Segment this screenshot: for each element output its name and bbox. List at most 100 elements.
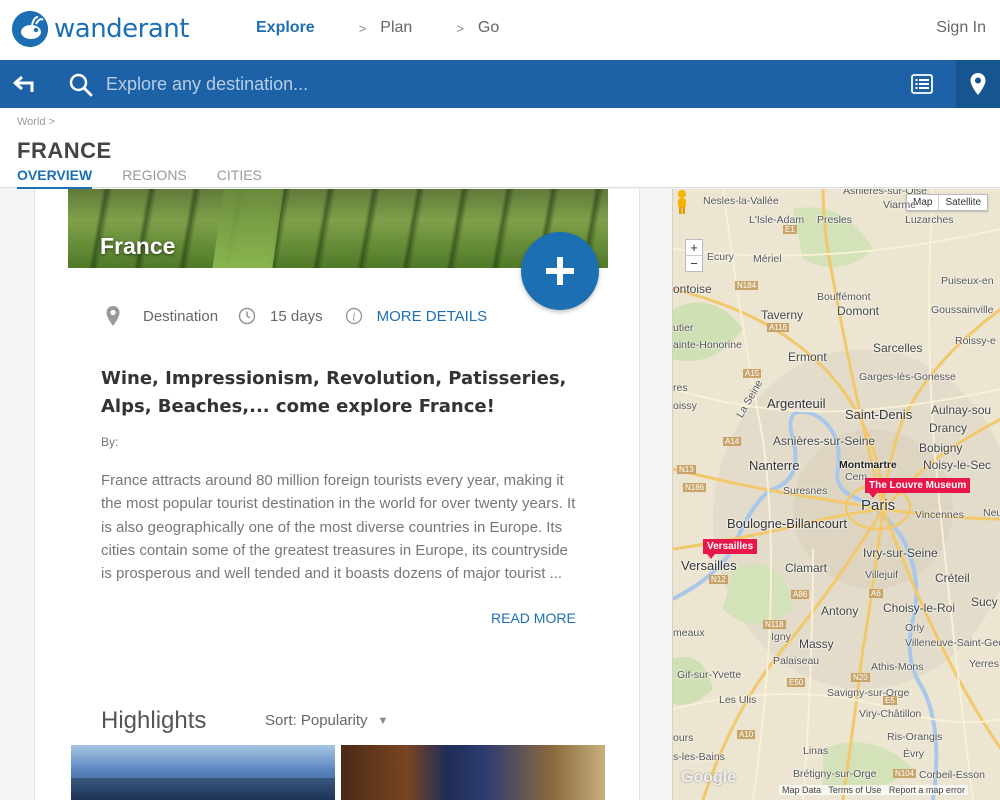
vineyard-path	[212, 189, 284, 268]
map-label: Corbeil-Esson	[919, 769, 985, 781]
street-view-pegman-icon[interactable]	[673, 189, 691, 215]
back-button[interactable]	[0, 60, 50, 108]
search-input[interactable]	[106, 70, 706, 98]
add-to-trip-button[interactable]	[521, 232, 599, 310]
map-label: Palaiseau	[773, 655, 820, 667]
clock-icon	[238, 307, 256, 325]
map-label: Les Ulis	[719, 694, 757, 706]
road-shield: N20	[851, 673, 870, 682]
zoom-in-button[interactable]: +	[686, 240, 702, 255]
breadcrumb[interactable]: World >	[17, 116, 55, 128]
map-label: Montmartre	[839, 459, 897, 471]
tab-regions[interactable]: REGIONS	[122, 167, 187, 189]
ant-logo-icon	[12, 11, 48, 47]
map-label: Viry-Châtillon	[859, 708, 922, 720]
map-label: Puiseux-en	[941, 275, 994, 287]
tab-bar: OVERVIEW REGIONS CITIES	[17, 167, 292, 189]
map-label: Taverny	[761, 308, 804, 322]
tab-overview[interactable]: OVERVIEW	[17, 167, 93, 189]
map-label: Aulnay-sou	[931, 403, 992, 417]
map-pin-louvre[interactable]: The Louvre Museum	[865, 478, 971, 498]
map-label: Linas	[803, 745, 829, 757]
nav-separator: >	[456, 20, 464, 36]
map-label: Boulogne-Billancourt	[727, 516, 847, 531]
map-label: Asnières-sur-Seine	[773, 434, 876, 448]
zoom-control: + −	[685, 239, 703, 272]
destination-type: Destination	[143, 307, 219, 325]
map-label: Ivry-sur-Seine	[863, 546, 938, 560]
road-shield: E1	[783, 225, 797, 234]
list-icon	[911, 74, 933, 94]
highlight-thumbnail[interactable]	[341, 745, 605, 800]
sign-in-link[interactable]: Sign In	[936, 19, 986, 37]
sort-dropdown[interactable]: Sort: Popularity ▼	[265, 712, 388, 729]
road-shield: A10	[737, 730, 756, 739]
map-label: Villejuif	[865, 569, 899, 581]
map-type-satellite[interactable]: Satellite	[938, 195, 987, 210]
location-pin-icon	[105, 305, 121, 327]
nav-go[interactable]: Go	[478, 19, 499, 37]
map-label: Massy	[799, 637, 834, 651]
read-more-link[interactable]: READ MORE	[491, 610, 576, 626]
map-panel[interactable]: + − Map Satellite Nesles-la-Vallée Viarm…	[672, 189, 1000, 800]
destination-headline: Wine, Impressionism, Revolution, Patisse…	[101, 368, 567, 417]
map-label: Sarcelles	[873, 341, 923, 355]
nav-plan[interactable]: Plan	[380, 19, 412, 37]
info-icon: i	[345, 307, 363, 325]
map-data-link[interactable]: Map Data	[782, 785, 821, 795]
map-label: Suresnes	[783, 485, 828, 497]
brand-name: wanderant	[54, 14, 189, 44]
city-skyline	[71, 778, 335, 800]
map-label: oissy	[673, 400, 697, 412]
map-label: ours	[673, 732, 694, 744]
brand-logo[interactable]: wanderant	[12, 11, 189, 47]
map-label: s-les-Bains	[673, 751, 725, 763]
meta-row: Destination 15 days i MORE DETAILS	[105, 305, 487, 327]
road-shield: N12	[709, 575, 728, 584]
highlight-thumbnail[interactable]	[71, 745, 335, 800]
road-shield: A15	[743, 369, 762, 378]
map-label: Saint-Denis	[845, 407, 913, 422]
map-label: Neu	[983, 507, 1000, 519]
map-label: Athis-Mons	[871, 661, 924, 673]
map-label: utier	[673, 322, 694, 334]
map-label: Garges-lès-Gonesse	[859, 371, 956, 383]
map-label: Gif-sur-Yvette	[677, 669, 742, 681]
map-label: Presles	[817, 214, 853, 226]
map-label: meaux	[673, 627, 705, 639]
road-shield: E50	[787, 678, 806, 687]
map-label: Antony	[821, 604, 859, 618]
road-shield: A116	[767, 323, 790, 332]
map-label: Versailles	[681, 558, 737, 573]
map-label: Goussainville	[931, 304, 994, 316]
destination-card: France Destination 15 days i MORE DETAIL…	[34, 189, 640, 800]
list-view-button[interactable]	[900, 60, 944, 108]
map-report-link[interactable]: Report a map error	[889, 785, 965, 795]
map-label: Villeneuve-Saint-Geo	[905, 637, 1000, 649]
map-label: Cem	[845, 471, 868, 483]
nav-explore[interactable]: Explore	[256, 19, 315, 37]
map-view-button[interactable]	[956, 60, 1000, 108]
map-label: Sucy	[971, 595, 998, 609]
map-terms-link[interactable]: Terms of Use	[828, 785, 881, 795]
map-label: Noisy-le-Sec	[923, 458, 992, 472]
map-label: Nesles-la-Vallée	[703, 195, 779, 207]
tab-cities[interactable]: CITIES	[217, 167, 262, 189]
page-title: FRANCE	[17, 138, 112, 163]
map-pin-versailles[interactable]: Versailles	[703, 539, 758, 559]
more-details-link[interactable]: MORE DETAILS	[377, 308, 488, 325]
road-shield: N184	[735, 281, 759, 290]
map-label: Brétigny-sur-Orge	[793, 768, 877, 780]
chevron-down-icon: ▼	[377, 714, 389, 727]
map-label: Orly	[905, 622, 925, 634]
road-shield: N186	[683, 483, 707, 492]
duration: 15 days	[270, 307, 323, 325]
zoom-out-button[interactable]: −	[686, 255, 702, 271]
destination-description: France attracts around 80 million foreig…	[101, 472, 576, 583]
map-label: Ermont	[788, 350, 827, 364]
hero-title: France	[100, 233, 176, 259]
map-label: Argenteuil	[767, 396, 826, 411]
road-shield: A86	[791, 590, 810, 599]
map-label: Viarme	[883, 199, 917, 211]
map-label: Créteil	[935, 571, 970, 585]
